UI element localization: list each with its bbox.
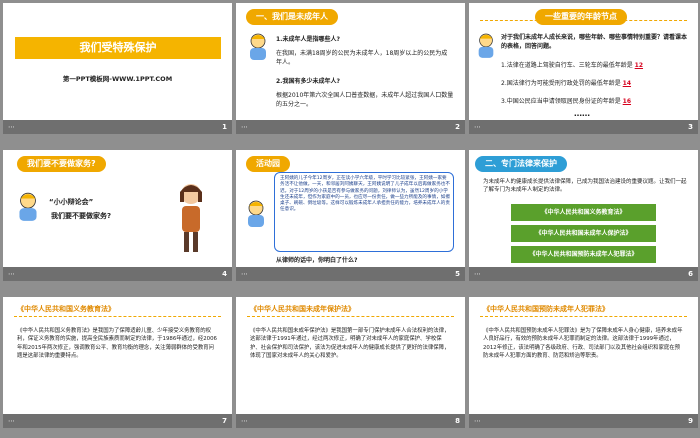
section-tag: 一、我们是未成年人 [246, 9, 338, 25]
slide-number: 6 [688, 270, 693, 278]
age-item-1: 1.法律在道路上驾驶自行车、三轮车的最低年龄是 12 [501, 62, 644, 69]
share-icon[interactable]: ⋯ [241, 120, 248, 134]
share-icon[interactable]: ⋯ [474, 120, 481, 134]
law-title: 《中华人民共和国未成年保护法》 [250, 305, 355, 313]
slide-footer: ⋯ 2 [236, 120, 465, 134]
girl-illustration-icon [180, 184, 202, 252]
share-icon[interactable]: ⋯ [8, 414, 15, 428]
answer-2: 根据2010年第六次全国人口普查数据，未成年人超过我国人口数量的五分之一。 [276, 92, 454, 108]
share-icon[interactable]: ⋯ [241, 267, 248, 281]
slide-number: 1 [222, 123, 227, 131]
slide-number: 4 [222, 270, 227, 278]
law-body: 《中华人民共和国预防未成年人犯罪法》是为了保障未成年人身心健康，培养未成年人良好… [483, 328, 683, 360]
dashed-divider [480, 316, 687, 317]
share-icon[interactable]: ⋯ [8, 267, 15, 281]
student-avatar-icon [478, 33, 494, 58]
story-box: 王阿姨的儿子今年12周岁，正在读小学六年级，平时学习比较紧张，王阿姨一家要务活不… [274, 172, 454, 252]
intro-text: 对于我们未成年人成长来说，哪些年龄、哪些事情特别重要？请看课本的表格，回答问题。 [501, 34, 688, 50]
slide-subtitle: 第一PPT模板网-WWW.1PPT.COM [62, 75, 173, 83]
student-avatar-icon [250, 33, 266, 60]
share-icon[interactable]: ⋯ [474, 414, 481, 428]
slide-number: 7 [222, 417, 227, 425]
age-value: 16 [622, 98, 632, 105]
slide-thumbnail-6[interactable]: 二、专门法律来保护 为未成年人的健康成长提供法律保障，已成为我国法治建设的重要议… [469, 150, 698, 281]
share-icon[interactable]: ⋯ [474, 267, 481, 281]
law-item-2[interactable]: 《中华人民共和国未成年人保护法》 [511, 225, 656, 242]
question-2: 2.我国有多少未成年人? [276, 78, 340, 85]
slide-thumbnail-7[interactable]: 《中华人民共和国义务教育法》 《中华人民共和国义务教育法》是我国为了保障适龄儿童… [3, 297, 232, 428]
law-title: 《中华人民共和国义务教育法》 [17, 305, 115, 313]
slide-thumbnail-3[interactable]: 一些重要的年龄节点 对于我们未成年人成长来说，哪些年龄、哪些事情特别重要？请看课… [469, 3, 698, 134]
slide-number: 2 [455, 123, 460, 131]
age-item-3: 3.中国公民应当申请领取居民身份证的年龄是 16 [501, 98, 632, 105]
slide-footer: ⋯ 6 [469, 267, 698, 281]
law-title: 《中华人民共和国预防未成年人犯罪法》 [483, 305, 609, 313]
reflection-question: 从律师的话中，你明白了什么? [276, 257, 358, 264]
intro-text: 为未成年人的健康成长提供法律保障，已成为我国法治建设的重要议题。让我们一起了解专… [483, 179, 687, 193]
law-item-1[interactable]: 《中华人民共和国义务教育法》 [511, 204, 656, 221]
law-item-3[interactable]: 《中华人民共和国预防未成年人犯罪法》 [511, 246, 656, 263]
section-tag: 活动园 [246, 156, 290, 172]
law-body: 《中华人民共和国未成年保护法》是我国第一部专门保护未成年人合法权利的法律，这部法… [250, 328, 450, 360]
slide-number: 9 [688, 417, 693, 425]
age-value: 12 [634, 62, 644, 69]
slide-title: 我们受特殊保护 [15, 37, 221, 59]
slide-number: 3 [688, 123, 693, 131]
dashed-divider [247, 316, 454, 317]
share-icon[interactable]: ⋯ [8, 120, 15, 134]
ellipsis: …… [574, 109, 590, 118]
student-avatar-icon [19, 192, 37, 221]
student-avatar-icon [248, 200, 264, 227]
slide-thumbnail-9[interactable]: 《中华人民共和国预防未成年人犯罪法》 《中华人民共和国预防未成年人犯罪法》是为了… [469, 297, 698, 428]
slide-thumbnail-2[interactable]: 一、我们是未成年人 1.未成年人是指哪些人? 在我国，未满18周岁的公民为未成年… [236, 3, 465, 134]
slide-footer: ⋯ 9 [469, 414, 698, 428]
slide-thumbnail-5[interactable]: 活动园 王阿姨的儿子今年12周岁，正在读小学六年级，平时学习比较紧张，王阿姨一家… [236, 150, 465, 281]
share-icon[interactable]: ⋯ [241, 414, 248, 428]
slide-footer: ⋯ 8 [236, 414, 465, 428]
slide-thumbnail-8[interactable]: 《中华人民共和国未成年保护法》 《中华人民共和国未成年保护法》是我国第一部专门保… [236, 297, 465, 428]
section-tag: 一些重要的年龄节点 [535, 9, 627, 25]
age-value: 14 [622, 80, 632, 87]
debate-question: 我们要不要做家务? [51, 212, 112, 220]
slide-grid: 我们受特殊保护 第一PPT模板网-WWW.1PPT.COM ⋯ 1 一、我们是未… [0, 0, 700, 438]
slide-number: 5 [455, 270, 460, 278]
story-text: 王阿姨的儿子今年12周岁，正在读小学六年级，平时学习比较紧张，王阿姨一家要务活不… [280, 176, 450, 213]
slide-thumbnail-1[interactable]: 我们受特殊保护 第一PPT模板网-WWW.1PPT.COM ⋯ 1 [3, 3, 232, 134]
section-tag: 我们要不要做家务? [17, 156, 106, 172]
slide-footer: ⋯ 4 [3, 267, 232, 281]
section-tag: 二、专门法律来保护 [475, 156, 567, 172]
slide-footer: ⋯ 5 [236, 267, 465, 281]
dashed-divider [480, 20, 687, 21]
question-1: 1.未成年人是指哪些人? [276, 36, 340, 43]
slide-number: 8 [455, 417, 460, 425]
slide-footer: ⋯ 7 [3, 414, 232, 428]
dashed-divider [14, 316, 221, 317]
law-body: 《中华人民共和国义务教育法》是我国为了保障适龄儿童、少年接受义务教育的权利，保证… [17, 328, 217, 360]
slide-thumbnail-4[interactable]: 我们要不要做家务? “小小辩论会” 我们要不要做家务? ⋯ 4 [3, 150, 232, 281]
slide-footer: ⋯ 1 [3, 120, 232, 134]
age-item-2: 2.国法律行为可能受刑行政处罚的最低年龄是 14 [501, 80, 632, 87]
debate-title: “小小辩论会” [49, 198, 94, 206]
slide-footer: ⋯ 3 [469, 120, 698, 134]
answer-1: 在我国，未满18周岁的公民为未成年人，18周岁以上的公民为成年人。 [276, 50, 448, 66]
